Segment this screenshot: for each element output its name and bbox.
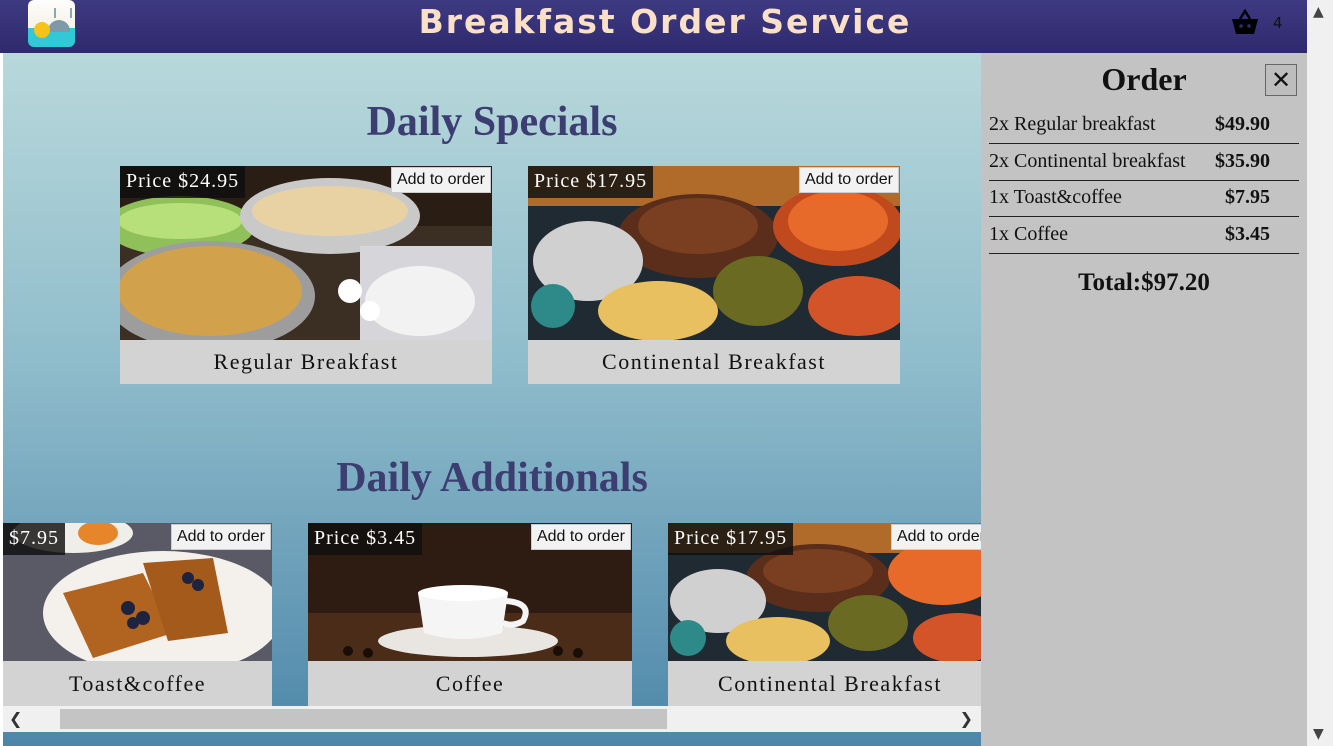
card-title: Coffee xyxy=(435,671,505,696)
order-amount: $7.95 xyxy=(1225,186,1270,208)
order-total: Total:$97.20 xyxy=(1078,269,1210,296)
logo-icon xyxy=(28,0,75,47)
scroll-up-icon[interactable]: ▲ xyxy=(1313,4,1324,20)
price-tag: Price $17.95 xyxy=(668,523,794,555)
horizontal-scrollbar[interactable]: ❮ ❯ xyxy=(3,706,981,732)
order-line: 2x Continental breakfast $35.90 xyxy=(989,144,1299,181)
app-header: Breakfast Order Service 4 xyxy=(0,0,1307,53)
price-tag: Price $3.45 xyxy=(308,523,423,555)
order-item: 2x Regular breakfast xyxy=(989,113,1156,135)
menu-card: Price $17.95 Add to order Continental Br… xyxy=(528,166,900,384)
section-title-additionals: Daily Additionals xyxy=(336,455,648,501)
price-tag: Price $24.95 xyxy=(120,166,246,198)
order-amount: $49.90 xyxy=(1215,113,1270,135)
order-line: 1x Toast&coffee $7.95 xyxy=(989,180,1299,217)
card-title: Continental Breakfast xyxy=(602,349,826,374)
order-amount: $3.45 xyxy=(1225,223,1270,245)
add-to-order-button[interactable]: Add to order xyxy=(530,524,631,550)
price-tag: $7.95 xyxy=(3,523,65,555)
menu-card: Price $3.45 Add to order Coffee xyxy=(308,523,632,709)
close-icon[interactable]: ✕ xyxy=(1265,64,1297,96)
card-title: Continental Breakfast xyxy=(718,671,942,696)
order-title: Order xyxy=(1101,61,1187,97)
order-amount: $35.90 xyxy=(1215,150,1270,172)
cart-icon[interactable] xyxy=(1231,9,1259,35)
scroll-down-icon[interactable]: ▼ xyxy=(1313,726,1324,742)
order-item: 1x Coffee xyxy=(989,223,1069,245)
order-item: 1x Toast&coffee xyxy=(989,186,1122,208)
app-title: Breakfast Order Service xyxy=(418,2,912,41)
cart-count: 4 xyxy=(1273,14,1283,32)
add-to-order-button[interactable]: Add to order xyxy=(170,524,271,550)
scrollbar-thumb[interactable] xyxy=(60,709,667,729)
card-title: Toast&coffee xyxy=(68,671,206,696)
card-title: Regular Breakfast xyxy=(213,349,399,374)
section-title-specials: Daily Specials xyxy=(366,99,618,145)
order-line: 2x Regular breakfast $49.90 xyxy=(989,107,1299,144)
add-to-order-button[interactable]: Add to order xyxy=(390,167,491,193)
order-item: 2x Continental breakfast xyxy=(989,150,1186,172)
price-tag: Price $17.95 xyxy=(528,166,654,198)
menu-card: Price $17.95 Add to order Continental Br… xyxy=(668,523,981,709)
order-panel: Order ✕ 2x Regular breakfast $49.90 2x C… xyxy=(981,53,1307,746)
add-to-order-button[interactable]: Add to order xyxy=(890,524,981,550)
add-to-order-button[interactable]: Add to order xyxy=(798,167,899,193)
scroll-right-icon[interactable]: ❯ xyxy=(960,709,973,728)
menu-card: $7.95 Add to order Toast&coffee xyxy=(3,523,272,709)
scroll-left-icon[interactable]: ❮ xyxy=(9,709,22,728)
vertical-scrollbar[interactable]: ▲ ▼ xyxy=(1307,0,1333,746)
menu-card: Price $24.95 Add to order Regular Breakf… xyxy=(120,166,492,384)
order-line: 1x Coffee $3.45 xyxy=(989,217,1299,254)
menu-area: Daily Specials Price $24.95 Add to order xyxy=(3,53,981,746)
